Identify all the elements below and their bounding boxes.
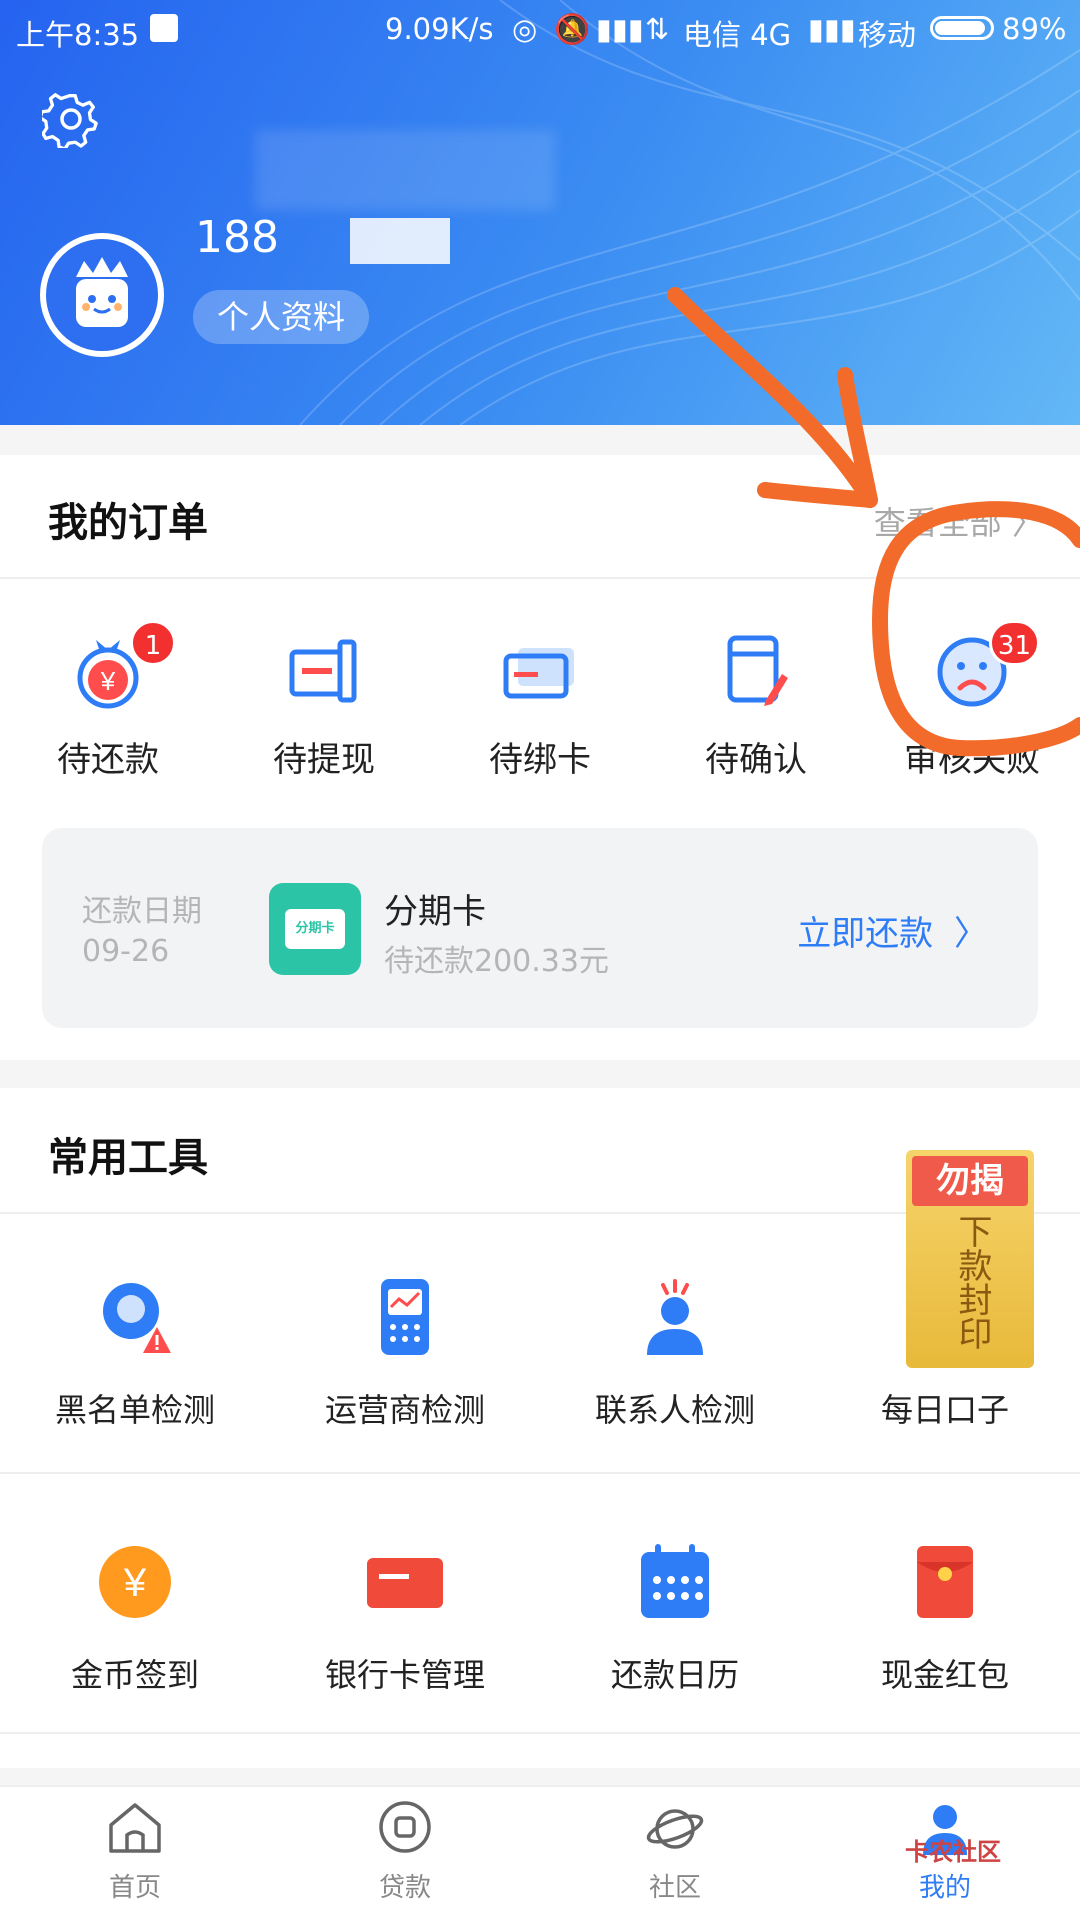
calendar-icon xyxy=(641,1544,709,1618)
status-bar: 上午8:35 9.09K/s ◎ 🔕 ▮▮▮ ⇅ 电信 4G ▮▮▮ 移动 89… xyxy=(0,0,1080,58)
order-label: 待还款 xyxy=(57,740,159,780)
withdraw-icon xyxy=(289,639,357,703)
seal-top-text: 勿揭 xyxy=(912,1156,1028,1206)
orders-title: 我的订单 xyxy=(48,500,208,546)
view-all-link[interactable]: 查看全部 〉 xyxy=(874,498,1044,544)
tool-carrier-check[interactable]: 运营商检测 xyxy=(270,1275,540,1431)
tools-title: 常用工具 xyxy=(48,1135,208,1181)
repay-date-value: 09-26 xyxy=(82,934,170,969)
tool-label: 联系人检测 xyxy=(594,1391,755,1429)
tab-home[interactable]: 首页 xyxy=(0,1795,270,1904)
tool-label: 还款日历 xyxy=(610,1656,739,1694)
order-pending-withdraw[interactable]: 待提现 xyxy=(244,630,404,781)
carrier-2: 移动 xyxy=(858,18,917,52)
tab-loan[interactable]: 贷款 xyxy=(270,1795,540,1904)
profile-button[interactable]: 个人资料 xyxy=(193,290,370,344)
header-pattern xyxy=(299,0,1080,425)
document-edit-icon xyxy=(727,635,788,706)
repay-now-label: 立即还款 xyxy=(797,914,934,954)
repay-amount: 待还款200.33元 xyxy=(384,944,609,979)
tool-label: 运营商检测 xyxy=(324,1391,485,1429)
privacy-mask xyxy=(350,218,450,264)
home-icon xyxy=(109,1803,161,1853)
contact-person-icon xyxy=(647,1279,703,1355)
tool-label: 银行卡管理 xyxy=(324,1656,485,1694)
tool-blacklist-check[interactable]: 黑名单检测 xyxy=(0,1275,270,1431)
phone-chart-icon xyxy=(381,1279,429,1355)
data-transfer-icon: ⇅ xyxy=(645,12,670,46)
bank-card-icon xyxy=(503,648,574,699)
tab-label: 首页 xyxy=(108,1873,161,1903)
battery-icon xyxy=(930,16,994,40)
app-notification-icon xyxy=(150,14,178,42)
signal-icon: ▮▮▮ xyxy=(596,12,644,46)
tool-contact-check[interactable]: 联系人检测 xyxy=(540,1275,810,1431)
tool-label: 每日口子 xyxy=(880,1391,1009,1429)
svg-text:¥: ¥ xyxy=(100,666,116,696)
tool-label: 金币签到 xyxy=(70,1656,199,1694)
red-envelope-icon xyxy=(917,1546,973,1618)
view-all-label: 查看全部 xyxy=(873,504,1002,542)
order-badge: 1 xyxy=(130,620,176,666)
product-name: 分期卡 xyxy=(384,892,486,932)
signal-icon-2: ▮▮▮ xyxy=(808,12,856,46)
order-review-failed[interactable]: 31 审核失败 xyxy=(892,620,1052,781)
logo-text: 分期卡 xyxy=(285,909,345,949)
tool-label: 现金红包 xyxy=(880,1656,1009,1694)
order-label: 待确认 xyxy=(705,740,807,780)
divider xyxy=(0,1472,1080,1474)
order-pending-bind-card[interactable]: 待绑卡 xyxy=(460,630,620,781)
user-warning-icon xyxy=(103,1283,171,1353)
tool-cash-red-packet[interactable]: 现金红包 xyxy=(810,1540,1080,1696)
tool-repay-calendar[interactable]: 还款日历 xyxy=(540,1540,810,1696)
tool-bank-card-manage[interactable]: 银行卡管理 xyxy=(270,1540,540,1696)
tab-label: 贷款 xyxy=(378,1873,431,1903)
status-time: 上午8:35 xyxy=(16,18,140,52)
order-label: 待提现 xyxy=(273,740,375,780)
tool-coin-checkin[interactable]: ¥ 金币签到 xyxy=(0,1540,270,1696)
seal-sticker: 勿揭 下款封印 xyxy=(906,1150,1034,1368)
order-badge: 31 xyxy=(988,620,1040,666)
privacy-blur xyxy=(255,130,555,210)
battery-level: 89% xyxy=(1002,12,1067,46)
watermark: 卡农社区 xyxy=(905,1838,1001,1866)
carrier-1: 电信 4G xyxy=(683,18,792,52)
order-label: 审核失败 xyxy=(904,740,1040,780)
repay-reminder-card[interactable]: 还款日期 09-26 分期卡 分期卡 待还款200.33元 立即还款 〉 xyxy=(42,828,1038,1028)
coin-icon: ¥ xyxy=(99,1546,171,1618)
avatar[interactable] xyxy=(40,233,164,357)
divider xyxy=(0,577,1080,579)
mute-icon: 🔕 xyxy=(554,12,591,46)
red-card-icon xyxy=(367,1558,443,1608)
planet-icon xyxy=(646,1809,704,1849)
phone-number: 188 xyxy=(195,212,279,263)
network-speed: 9.09K/s xyxy=(385,12,494,46)
tab-label: 我的 xyxy=(918,1873,971,1903)
hotspot-icon: ◎ xyxy=(512,12,538,46)
seal-body-text: 下款封印 xyxy=(952,1214,992,1350)
repay-date-label: 还款日期 xyxy=(82,894,202,929)
order-label: 待绑卡 xyxy=(489,740,591,780)
repay-now-button[interactable]: 立即还款 〉 xyxy=(797,906,988,955)
chevron-right-icon: 〉 xyxy=(954,914,988,954)
order-pending-repay[interactable]: ¥ 1 待还款 xyxy=(28,620,188,781)
chevron-right-icon: 〉 xyxy=(1011,504,1044,542)
tool-label: 黑名单检测 xyxy=(54,1391,215,1429)
installment-card-logo: 分期卡 xyxy=(269,883,361,975)
divider xyxy=(0,1732,1080,1734)
order-pending-confirm[interactable]: 待确认 xyxy=(676,630,836,781)
crown-mascot-icon xyxy=(76,257,128,327)
loan-icon xyxy=(379,1801,431,1853)
profile-header: 上午8:35 9.09K/s ◎ 🔕 ▮▮▮ ⇅ 电信 4G ▮▮▮ 移动 89… xyxy=(0,0,1080,425)
tab-label: 社区 xyxy=(648,1873,701,1903)
settings-gear-icon[interactable] xyxy=(42,90,100,148)
tab-community[interactable]: 社区 xyxy=(540,1795,810,1904)
svg-text:¥: ¥ xyxy=(123,1561,147,1605)
